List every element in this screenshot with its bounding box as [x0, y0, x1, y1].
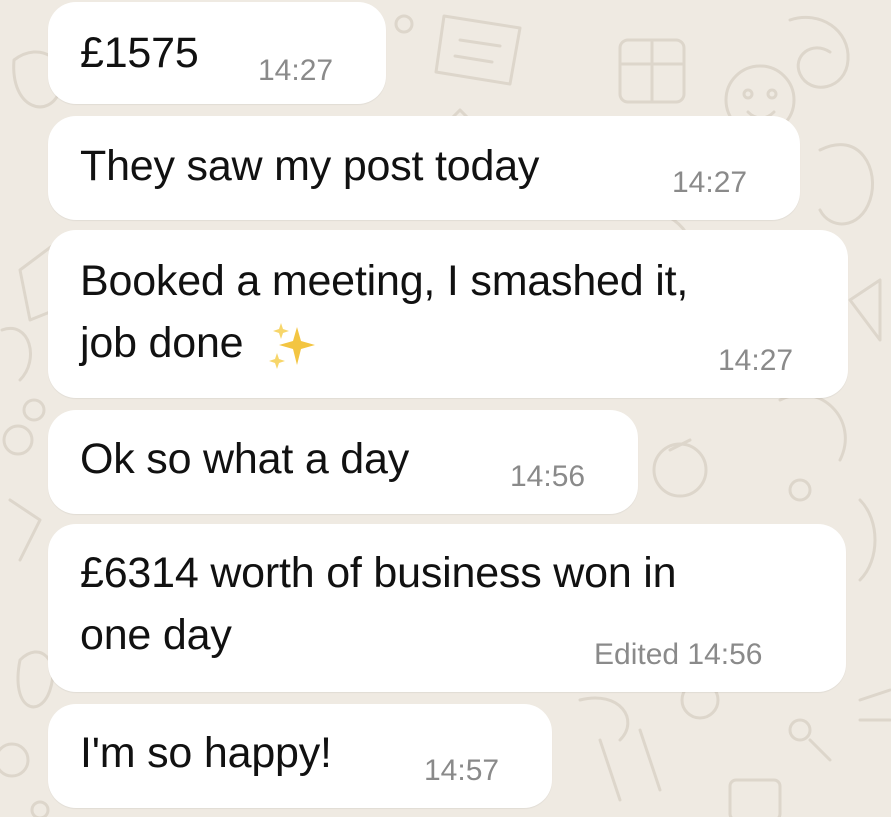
message-text: I'm so happy! — [80, 729, 332, 777]
message-text: Booked a meeting, I smashed it, job done — [80, 250, 820, 374]
message-text: They saw my post today — [80, 142, 540, 190]
sparkles-emoji-icon — [269, 322, 316, 369]
message-timestamp: 14:56 — [510, 460, 586, 493]
message-timestamp: 14:27 — [672, 166, 748, 199]
message-line-2-text: job done — [80, 319, 244, 367]
message-line-2: job done — [80, 312, 820, 374]
message-text: Ok so what a day — [80, 435, 410, 483]
edited-label: Edited — [594, 638, 680, 671]
message-bubble-5[interactable]: £6314 worth of business won in one day E… — [48, 524, 846, 692]
message-bubble-2[interactable]: They saw my post today 14:27 — [48, 116, 800, 220]
message-timestamp: 14:57 — [424, 754, 500, 787]
message-bubble-3[interactable]: Booked a meeting, I smashed it, job done… — [48, 230, 848, 398]
message-line-1: Booked a meeting, I smashed it, — [80, 257, 689, 305]
edited-time: 14:56 — [687, 638, 763, 671]
message-line-1: £6314 worth of business won in — [80, 549, 677, 597]
message-bubble-4[interactable]: Ok so what a day 14:56 — [48, 410, 638, 514]
message-timestamp: 14:27 — [718, 344, 794, 377]
message-bubble-1[interactable]: £1575 14:27 — [48, 2, 386, 104]
message-bubble-6[interactable]: I'm so happy! 14:57 — [48, 704, 552, 808]
message-timestamp: 14:27 — [258, 54, 334, 87]
message-text: £1575 — [80, 29, 199, 77]
message-timestamp: Edited 14:56 — [594, 638, 763, 672]
